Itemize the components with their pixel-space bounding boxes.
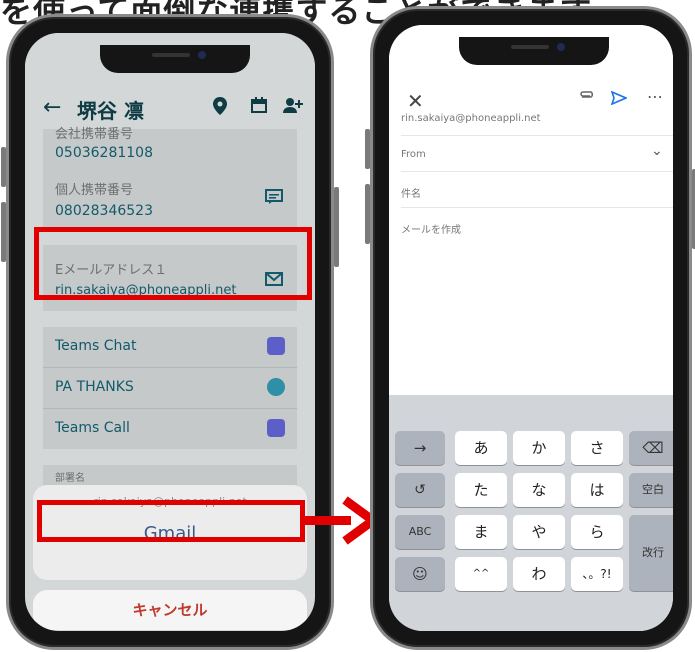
more-icon[interactable]: ⋯ (647, 87, 663, 106)
key-na[interactable]: な (513, 473, 565, 507)
close-icon[interactable]: ✕ (407, 89, 424, 113)
right-phone: ✕ ⋯ rin.sakaiya@phoneappli.net From ⌄ 件名… (365, 6, 695, 650)
back-arrow-icon[interactable]: ← (43, 95, 61, 120)
undo-key[interactable]: ↺ (395, 473, 445, 507)
key-ha[interactable]: は (571, 473, 623, 507)
contact-name: 堺谷 凛 (77, 99, 144, 123)
side-button (1, 202, 6, 262)
gmail-highlight-box (37, 500, 305, 542)
company-phone-label: 会社携帯番号 (55, 127, 134, 142)
key-sa[interactable]: さ (571, 431, 623, 465)
calendar-icon[interactable] (251, 97, 267, 118)
key-ta[interactable]: た (455, 473, 507, 507)
divider (401, 171, 673, 172)
abc-key[interactable]: ABC (395, 515, 445, 549)
key-ma[interactable]: ま (455, 515, 507, 549)
key-ra[interactable]: ら (571, 515, 623, 549)
notch (100, 45, 250, 73)
key-punctuation[interactable]: 、。?! (571, 557, 623, 591)
app-label: Teams Call (55, 420, 130, 436)
app-row-pa-thanks[interactable]: PA THANKS (43, 368, 297, 408)
notch (459, 37, 609, 65)
right-screen: ✕ ⋯ rin.sakaiya@phoneappli.net From ⌄ 件名… (389, 25, 673, 631)
add-contact-icon[interactable] (283, 97, 303, 118)
app-row-teams-call[interactable]: Teams Call (43, 409, 297, 449)
department-label: 部署名 (55, 473, 85, 484)
phone-card: 会社携帯番号 05036281108 個人携帯番号 08028346523 (43, 127, 297, 229)
key-a[interactable]: あ (455, 431, 507, 465)
app-row-teams-chat[interactable]: Teams Chat (43, 327, 297, 367)
side-button (334, 187, 339, 267)
to-address[interactable]: rin.sakaiya@phoneappli.net (401, 113, 541, 124)
app-label: Teams Chat (55, 338, 137, 354)
return-key[interactable]: 改行 (629, 515, 673, 591)
key-kaomoji[interactable]: ^^ (455, 557, 507, 591)
chevron-down-icon[interactable]: ⌄ (651, 143, 663, 159)
company-phone-value[interactable]: 05036281108 (55, 145, 153, 161)
map-pin-icon[interactable] (213, 97, 227, 120)
cancel-button[interactable]: キャンセル (33, 590, 307, 630)
apps-card: Teams Chat PA THANKS Teams Call (43, 327, 297, 449)
app-label: PA THANKS (55, 379, 134, 395)
divider (401, 135, 673, 136)
personal-phone-label: 個人携帯番号 (55, 183, 134, 198)
key-ya[interactable]: や (513, 515, 565, 549)
space-key[interactable]: 空白 (629, 473, 673, 507)
left-phone: ← 堺谷 凛 会社携帯番号 05036281108 個人携帯番号 0802834… (1, 14, 339, 650)
subject-field[interactable]: 件名 (401, 185, 421, 200)
body-field[interactable]: メールを作成 (401, 221, 461, 236)
teams-icon (267, 337, 285, 355)
side-button (365, 129, 370, 169)
from-label: From (401, 149, 426, 160)
attach-icon[interactable] (579, 91, 595, 107)
key-ka[interactable]: か (513, 431, 565, 465)
email-highlight-box (34, 227, 312, 300)
teams-icon (267, 419, 285, 437)
divider (401, 207, 673, 208)
message-icon[interactable] (265, 189, 283, 209)
personal-phone-value[interactable]: 08028346523 (55, 203, 153, 219)
side-button (1, 147, 6, 187)
backspace-key[interactable]: ⌫ (629, 431, 673, 465)
side-button (365, 184, 370, 244)
thanks-icon (267, 378, 285, 396)
send-icon[interactable] (610, 90, 629, 109)
key-wa[interactable]: わ (513, 557, 565, 591)
key-arrow[interactable]: → (395, 431, 445, 465)
keyboard: → あ か さ ⌫ ↺ た な は 空白 ABC ま や ら 改行 ☺ ^^ わ… (389, 395, 673, 631)
compose-area: ✕ ⋯ rin.sakaiya@phoneappli.net From ⌄ 件名… (389, 25, 673, 395)
emoji-key[interactable]: ☺ (395, 557, 445, 591)
